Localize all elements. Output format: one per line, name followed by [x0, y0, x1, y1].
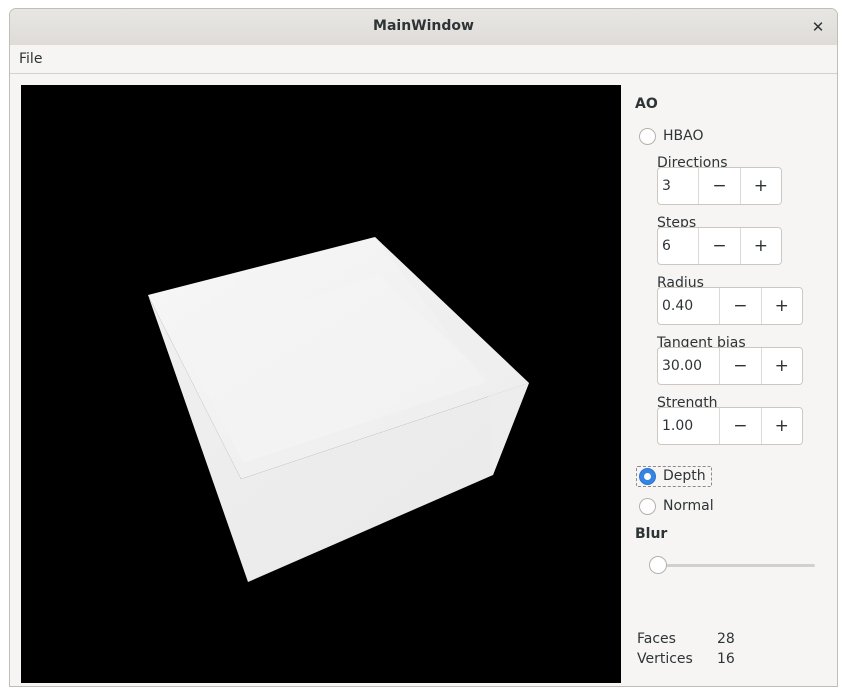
steps-spinbox[interactable]: 6 − +	[657, 227, 782, 265]
directions-spinbox[interactable]: 3 − +	[657, 167, 782, 205]
blur-slider-handle[interactable]	[649, 556, 667, 574]
menu-file[interactable]: File	[19, 51, 42, 67]
depth-focus-ring: Depth	[636, 465, 712, 487]
steps-increment-button[interactable]: +	[739, 228, 781, 264]
blur-heading: Blur	[635, 526, 668, 542]
3d-viewport[interactable]	[21, 85, 621, 683]
close-button[interactable]: ✕	[807, 16, 829, 38]
normal-radio-label: Normal	[663, 498, 714, 514]
tangent-bias-decrement-button[interactable]: −	[719, 348, 761, 384]
ao-heading: AO	[635, 96, 658, 112]
depth-radio[interactable]: Depth	[636, 465, 712, 487]
title-bar[interactable]: MainWindow ✕	[10, 9, 837, 46]
radius-value[interactable]: 0.40	[658, 288, 719, 324]
main-window: MainWindow ✕ File AO HBAO Directions 3 −…	[9, 8, 838, 687]
settings-panel: AO HBAO Directions 3 − + Steps 6 − + Rad…	[621, 73, 837, 686]
menu-bar: File	[10, 45, 837, 74]
strength-increment-button[interactable]: +	[760, 408, 802, 444]
radius-spinbox[interactable]: 0.40 − +	[657, 287, 803, 325]
strength-decrement-button[interactable]: −	[719, 408, 761, 444]
steps-value[interactable]: 6	[658, 228, 698, 264]
directions-decrement-button[interactable]: −	[698, 168, 740, 204]
blur-slider-track[interactable]	[657, 564, 815, 567]
hbao-radio-label: HBAO	[663, 128, 704, 144]
vertices-label: Vertices	[637, 651, 693, 667]
directions-increment-button[interactable]: +	[739, 168, 781, 204]
hbao-radio[interactable]: HBAO	[639, 126, 703, 146]
steps-decrement-button[interactable]: −	[698, 228, 740, 264]
directions-value[interactable]: 3	[658, 168, 698, 204]
hbao-radio-indicator[interactable]	[639, 127, 656, 145]
tangent-bias-increment-button[interactable]: +	[760, 348, 802, 384]
strength-spinbox[interactable]: 1.00 − +	[657, 407, 803, 445]
radius-increment-button[interactable]: +	[760, 288, 802, 324]
faces-value: 28	[717, 631, 735, 647]
normal-radio[interactable]: Normal	[639, 496, 714, 516]
faces-label: Faces	[637, 631, 676, 647]
strength-value[interactable]: 1.00	[658, 408, 719, 444]
vertices-value: 16	[717, 651, 735, 667]
tangent-bias-spinbox[interactable]: 30.00 − +	[657, 347, 803, 385]
depth-radio-label: Depth	[663, 468, 706, 484]
window-title: MainWindow	[373, 18, 474, 34]
normal-radio-indicator[interactable]	[639, 497, 656, 515]
radius-decrement-button[interactable]: −	[719, 288, 761, 324]
close-icon: ✕	[811, 18, 825, 36]
tangent-bias-value[interactable]: 30.00	[658, 348, 719, 384]
depth-radio-indicator[interactable]	[639, 467, 656, 485]
cube-render	[148, 237, 529, 582]
